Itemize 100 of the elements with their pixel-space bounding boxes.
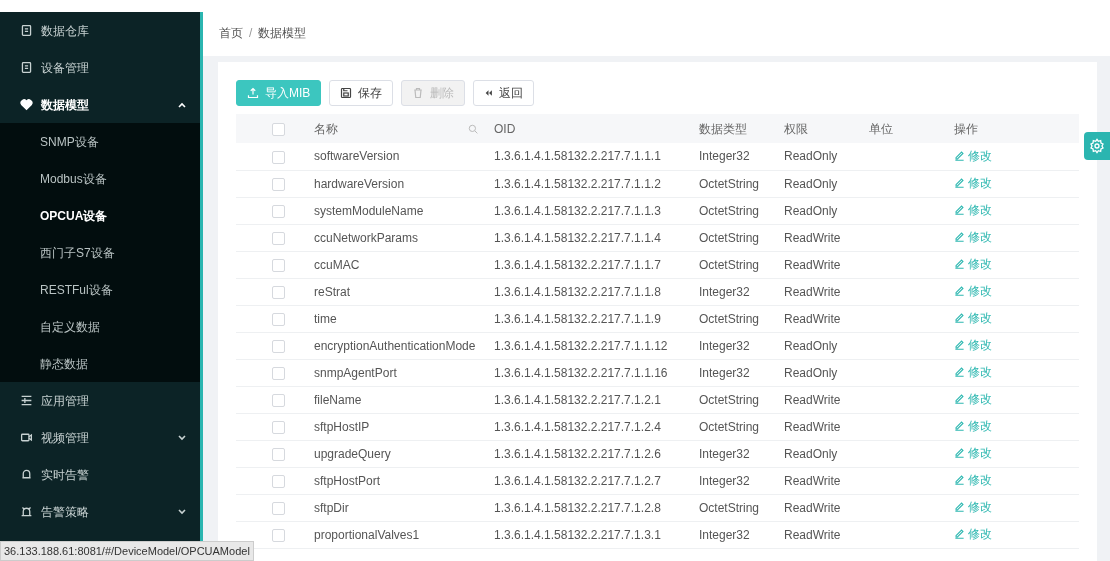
table-cell: time — [314, 311, 337, 326]
table-cell: ReadWrite — [784, 419, 841, 434]
table-cell: OctetString — [699, 203, 760, 218]
breadcrumb-item[interactable]: 首页 — [219, 24, 243, 42]
table-cell: 1.3.6.1.4.1.58132.2.217.7.1.2.7 — [494, 473, 661, 488]
table-cell: 1.3.6.1.4.1.58132.2.217.7.1.2.8 — [494, 500, 661, 515]
row-checkbox[interactable] — [272, 366, 285, 380]
pencil-icon — [954, 420, 965, 432]
pencil-icon — [954, 447, 965, 459]
status-url: 36.133.188.61:8081/#/DeviceModel/OPCUAModel — [0, 540, 254, 561]
document-icon — [20, 24, 33, 37]
sidebar-item[interactable]: 数据仓库 — [0, 12, 200, 49]
table-cell: softwareVersion — [314, 149, 400, 164]
document-icon — [20, 61, 33, 74]
table-cell: Integer32 — [699, 527, 750, 542]
table-cell: OctetString — [699, 419, 760, 434]
table-cell: upgradeQuery — [314, 446, 391, 461]
sidebar-item[interactable]: 数据模型 — [0, 86, 200, 123]
bell-icon — [20, 468, 33, 481]
table-cell: 1.3.6.1.4.1.58132.2.217.7.1.1.8 — [494, 284, 661, 299]
table-cell: OctetString — [699, 392, 760, 407]
table-cell: Integer32 — [699, 365, 750, 380]
table-cell: proportionalValves1 — [314, 527, 420, 542]
table-cell: Integer32 — [699, 446, 750, 461]
row-checkbox[interactable] — [272, 528, 285, 542]
table-cell: Integer32 — [699, 284, 750, 299]
row-checkbox[interactable] — [272, 231, 285, 245]
pencil-icon — [954, 474, 965, 486]
table-cell: ReadOnly — [784, 338, 838, 353]
row-checkbox[interactable] — [272, 420, 285, 434]
pencil-icon — [954, 204, 965, 216]
submenu-item[interactable]: RESTFul设备 — [0, 271, 200, 308]
heart-icon — [20, 98, 33, 111]
sidebar-item[interactable]: 实时告警 — [0, 456, 200, 493]
pencil-icon — [954, 177, 965, 189]
rewind-icon — [484, 87, 494, 99]
row-checkbox[interactable] — [272, 258, 285, 272]
sidebar-item[interactable]: 视频管理 — [0, 419, 200, 456]
row-checkbox[interactable] — [272, 204, 285, 218]
table-cell: ReadOnly — [784, 446, 838, 461]
submenu-item[interactable]: OPCUA设备 — [0, 197, 200, 234]
row-checkbox[interactable] — [272, 312, 285, 326]
table-cell: 1.3.6.1.4.1.58132.2.217.7.1.2.4 — [494, 419, 661, 434]
table-cell: 1.3.6.1.4.1.58132.2.217.7.1.1.3 — [494, 203, 661, 218]
column-header: 名称 — [314, 120, 338, 138]
table-cell: ReadWrite — [784, 284, 841, 299]
column-header: OID — [494, 121, 516, 136]
breadcrumb-item[interactable]: 数据模型 — [258, 24, 307, 42]
sidebar-item[interactable]: 设备管理 — [0, 49, 200, 86]
table-cell: OctetString — [699, 257, 760, 272]
pencil-icon — [954, 150, 965, 161]
table-cell: 1.3.6.1.4.1.58132.2.217.7.1.1.2 — [494, 176, 661, 191]
row-checkbox[interactable] — [272, 285, 285, 299]
submenu-item[interactable]: 静态数据 — [0, 345, 200, 382]
table-cell: Integer32 — [699, 338, 750, 353]
submenu-item[interactable]: 西门子S7设备 — [0, 234, 200, 271]
row-checkbox[interactable] — [272, 474, 285, 488]
table-cell: systemModuleName — [314, 203, 424, 218]
row-checkbox[interactable] — [272, 447, 285, 461]
trash-icon — [412, 87, 425, 99]
row-checkbox[interactable] — [272, 177, 285, 191]
sidebar-item[interactable]: 应用管理 — [0, 382, 200, 419]
table-cell: ReadWrite — [784, 473, 841, 488]
settings-icon — [1089, 138, 1105, 154]
table-cell: sftpHostPort — [314, 473, 381, 488]
row-checkbox[interactable] — [272, 501, 285, 515]
table-cell: 1.3.6.1.4.1.58132.2.217.7.1.1.9 — [494, 311, 661, 326]
row-checkbox[interactable] — [272, 150, 285, 164]
alarm-icon — [20, 505, 33, 518]
submenu-item[interactable]: SNMP设备 — [0, 123, 200, 160]
pencil-icon — [954, 285, 965, 297]
settings-button[interactable] — [1084, 132, 1110, 160]
pencil-icon — [954, 312, 965, 324]
table-cell: 1.3.6.1.4.1.58132.2.217.7.1.3.1 — [494, 527, 661, 542]
row-checkbox[interactable] — [272, 339, 285, 353]
table-cell: snmpAgentPort — [314, 365, 397, 380]
toolbar-button[interactable]: 返回 — [473, 80, 535, 106]
submenu-item[interactable]: 自定义数据 — [0, 308, 200, 345]
table-cell: OctetString — [699, 176, 760, 191]
table-cell: ReadWrite — [784, 392, 841, 407]
list-icon — [20, 394, 33, 407]
table-cell: Integer32 — [699, 473, 750, 488]
pencil-icon — [954, 339, 965, 351]
table-cell: OctetString — [699, 230, 760, 245]
table-cell: hardwareVersion — [314, 176, 405, 191]
sidebar-item[interactable]: 告警策略 — [0, 493, 200, 530]
select-all-checkbox[interactable] — [272, 122, 285, 136]
toolbar-button[interactable]: 保存 — [329, 80, 394, 106]
table-cell: ccuNetworkParams — [314, 230, 419, 245]
table-cell: OctetString — [699, 500, 760, 515]
table-cell: 1.3.6.1.4.1.58132.2.217.7.1.1.1 — [494, 149, 661, 164]
row-checkbox[interactable] — [272, 393, 285, 407]
submenu-item[interactable]: Modbus设备 — [0, 160, 200, 197]
table-cell: fileName — [314, 392, 362, 407]
table-cell: ccuMAC — [314, 257, 360, 272]
table-cell: ReadWrite — [784, 257, 841, 272]
table-cell: ReadWrite — [784, 311, 841, 326]
table-cell: 1.3.6.1.4.1.58132.2.217.7.1.1.16 — [494, 365, 668, 380]
camera-icon — [20, 431, 33, 444]
pencil-icon — [954, 258, 965, 270]
